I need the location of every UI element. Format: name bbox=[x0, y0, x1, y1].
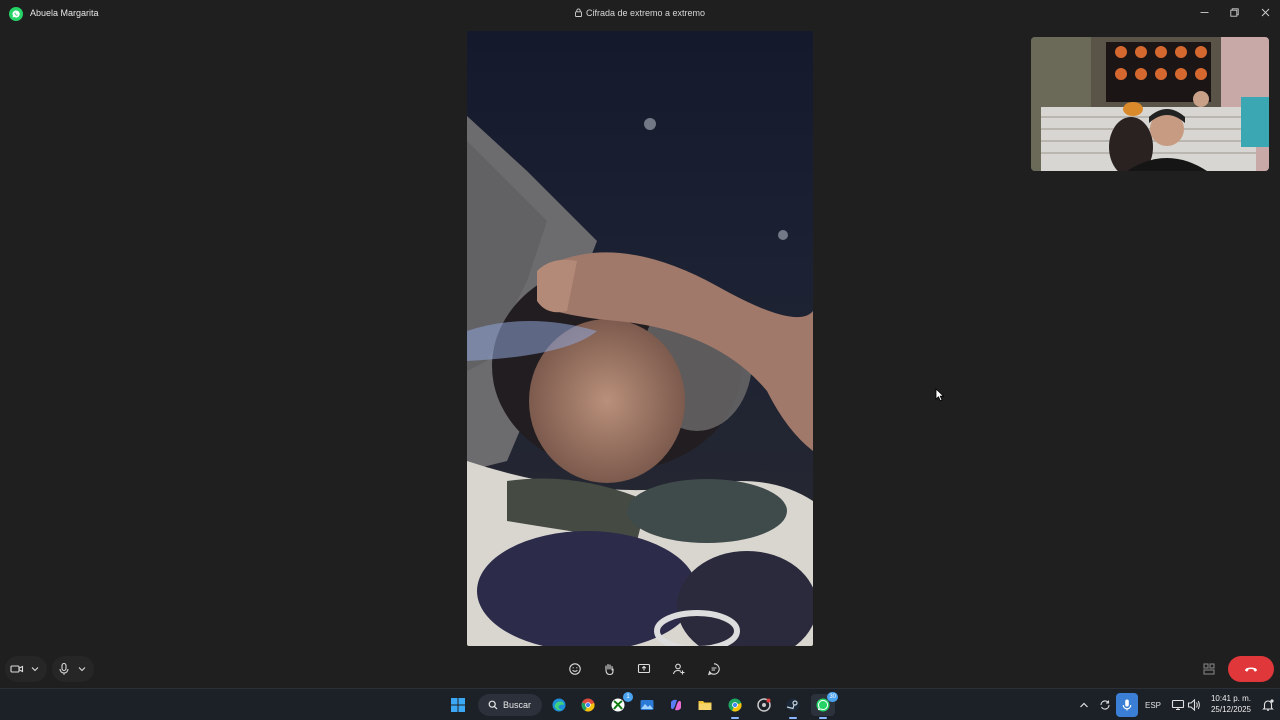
taskbar-app-gray[interactable] bbox=[752, 694, 776, 716]
chevron-down-icon bbox=[78, 667, 86, 672]
folder-icon bbox=[698, 701, 712, 710]
clock-date: 25/12/2025 bbox=[1210, 705, 1252, 714]
layout-button[interactable] bbox=[1197, 657, 1221, 681]
photos-icon bbox=[640, 700, 654, 710]
running-indicator bbox=[789, 717, 797, 719]
microphone-icon bbox=[59, 662, 69, 675]
volume-icon bbox=[1187, 698, 1200, 712]
language-indicator[interactable]: ESP bbox=[1145, 701, 1161, 710]
chrome-icon bbox=[581, 698, 595, 712]
taskbar-chrome-profile[interactable] bbox=[723, 694, 747, 719]
app-icon bbox=[757, 698, 771, 712]
add-participant-button[interactable] bbox=[667, 657, 691, 681]
mic-options-dropdown[interactable] bbox=[74, 657, 90, 681]
microphone-icon bbox=[1122, 699, 1132, 711]
encryption-notice: Cifrada de extremo a extremo bbox=[0, 8, 1280, 18]
chevron-down-icon bbox=[31, 667, 39, 672]
camera-toggle-button[interactable] bbox=[7, 657, 27, 681]
windows-start-icon bbox=[451, 698, 465, 712]
share-screen-icon bbox=[637, 663, 651, 674]
self-view-frame bbox=[1031, 37, 1269, 171]
chat-button[interactable] bbox=[702, 657, 726, 681]
tray-microphone-in-use[interactable] bbox=[1116, 693, 1138, 717]
lock-icon bbox=[575, 8, 582, 17]
taskbar-file-explorer[interactable] bbox=[693, 694, 717, 716]
maximize-button[interactable] bbox=[1219, 2, 1249, 22]
mic-control-group bbox=[52, 656, 94, 682]
end-call-button[interactable] bbox=[1228, 656, 1274, 682]
raise-hand-button[interactable] bbox=[597, 657, 621, 681]
camera-control-group bbox=[5, 656, 47, 682]
call-control-bar bbox=[0, 651, 1280, 688]
grid-layout-icon bbox=[1203, 663, 1215, 675]
xbox-notification-badge: 1 bbox=[623, 692, 633, 702]
minimize-icon bbox=[1200, 11, 1208, 13]
taskbar-search[interactable]: Buscar bbox=[478, 694, 542, 716]
copilot-icon bbox=[671, 699, 681, 711]
start-button[interactable] bbox=[446, 694, 470, 716]
emoji-icon bbox=[569, 663, 581, 675]
running-indicator bbox=[731, 717, 739, 719]
search-label: Buscar bbox=[503, 700, 532, 710]
encryption-text: Cifrada de extremo a extremo bbox=[585, 8, 706, 18]
system-clock[interactable]: 10:41 p. m. 25/12/2025 bbox=[1204, 693, 1258, 715]
notifications-button[interactable] bbox=[1256, 694, 1280, 716]
share-screen-button[interactable] bbox=[632, 657, 656, 681]
tray-volume[interactable] bbox=[1182, 694, 1206, 716]
raise-hand-icon bbox=[605, 663, 614, 676]
chevron-up-icon bbox=[1080, 702, 1088, 708]
tray-sync[interactable] bbox=[1093, 694, 1117, 716]
whatsapp-notification-badge: 30 bbox=[827, 692, 838, 702]
edge-icon bbox=[552, 698, 566, 712]
mic-toggle-button[interactable] bbox=[54, 657, 74, 681]
taskbar-xbox[interactable]: 1 bbox=[606, 692, 633, 716]
close-icon bbox=[1261, 8, 1269, 16]
chrome-profile-icon bbox=[728, 698, 742, 712]
reactions-button[interactable] bbox=[563, 657, 587, 681]
mouse-cursor-icon bbox=[935, 388, 945, 402]
steam-icon bbox=[786, 698, 800, 712]
clock-time: 10:41 p. m. bbox=[1210, 694, 1252, 703]
whatsapp-call-window: Abuela Margarita Cifrada de extremo a ex… bbox=[0, 0, 1280, 688]
running-indicator bbox=[819, 717, 827, 719]
camera-options-dropdown[interactable] bbox=[27, 657, 43, 681]
maximize-icon bbox=[1229, 7, 1239, 17]
chat-icon bbox=[707, 663, 720, 676]
taskbar-photos[interactable] bbox=[635, 694, 659, 716]
close-button[interactable] bbox=[1250, 2, 1280, 22]
taskbar-whatsapp[interactable]: 30 bbox=[811, 692, 838, 719]
minimize-button[interactable] bbox=[1189, 2, 1219, 22]
windows-taskbar: Buscar 1 30 ESP 10:41 p. m. 25/12/2025 bbox=[0, 688, 1280, 720]
sync-icon bbox=[1100, 700, 1110, 710]
add-person-icon bbox=[672, 663, 685, 675]
title-bar: Abuela Margarita Cifrada de extremo a ex… bbox=[0, 0, 1280, 28]
remote-video bbox=[467, 31, 813, 646]
whatsapp-icon bbox=[9, 7, 23, 21]
end-call-icon bbox=[1245, 667, 1257, 672]
taskbar-copilot[interactable] bbox=[664, 694, 688, 716]
contact-name: Abuela Margarita bbox=[30, 8, 99, 18]
taskbar-chrome[interactable] bbox=[576, 694, 600, 716]
self-view-video bbox=[1031, 37, 1269, 171]
taskbar-steam[interactable] bbox=[781, 694, 805, 719]
taskbar-edge[interactable] bbox=[547, 694, 571, 716]
search-icon bbox=[488, 700, 498, 710]
notification-bell-icon bbox=[1262, 699, 1274, 711]
remote-video-frame bbox=[467, 31, 813, 646]
video-camera-icon bbox=[10, 665, 24, 673]
